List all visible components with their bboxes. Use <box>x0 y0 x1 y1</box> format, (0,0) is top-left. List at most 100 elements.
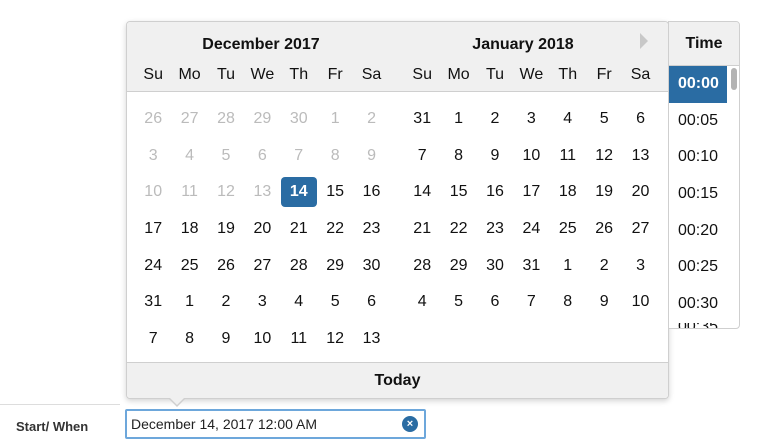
calendar-day[interactable]: 7 <box>135 324 171 354</box>
calendar-day[interactable]: 10 <box>622 287 658 317</box>
calendar-day[interactable]: 11 <box>281 324 317 354</box>
calendar-day[interactable]: 22 <box>317 214 353 244</box>
calendar-day[interactable]: 5 <box>586 104 622 134</box>
calendar-day[interactable]: 15 <box>440 177 476 207</box>
calendar-day[interactable]: 9 <box>208 324 244 354</box>
calendar-day[interactable]: 2 <box>586 251 622 281</box>
calendar-day[interactable]: 11 <box>550 141 586 171</box>
time-list[interactable]: 00:0000:0500:1000:1500:2000:2500:3000:35 <box>669 66 727 328</box>
calendar-day[interactable]: 10 <box>135 177 171 207</box>
calendar-day[interactable]: 5 <box>208 141 244 171</box>
calendar-day[interactable]: 3 <box>513 104 549 134</box>
calendar-day[interactable]: 8 <box>550 287 586 317</box>
calendar-day[interactable]: 13 <box>622 141 658 171</box>
calendar-day[interactable]: 15 <box>317 177 353 207</box>
calendar-day[interactable]: 30 <box>353 251 389 281</box>
calendar-day[interactable]: 4 <box>404 287 440 317</box>
calendar-day[interactable]: 18 <box>171 214 207 244</box>
calendar-day[interactable]: 26 <box>586 214 622 244</box>
calendar-day[interactable]: 3 <box>135 141 171 171</box>
calendar-day[interactable]: 6 <box>477 287 513 317</box>
calendar-day[interactable]: 3 <box>244 287 280 317</box>
calendar-day[interactable]: 31 <box>513 251 549 281</box>
calendar-day[interactable]: 8 <box>171 324 207 354</box>
time-item[interactable]: 00:25 <box>669 249 727 286</box>
selected-day[interactable]: 14 <box>280 177 317 208</box>
calendar-day[interactable]: 3 <box>622 251 658 281</box>
time-item[interactable]: 00:10 <box>669 139 727 176</box>
time-item[interactable]: 00:35 <box>669 323 727 328</box>
calendar-day[interactable]: 2 <box>208 287 244 317</box>
calendar-day[interactable]: 30 <box>281 104 317 134</box>
calendar-day[interactable]: 13 <box>244 177 280 207</box>
calendar-day[interactable]: 26 <box>208 251 244 281</box>
calendar-day[interactable]: 4 <box>281 287 317 317</box>
calendar-day[interactable]: 28 <box>281 251 317 281</box>
calendar-day[interactable]: 25 <box>171 251 207 281</box>
calendar-day[interactable]: 29 <box>317 251 353 281</box>
calendar-day[interactable]: 24 <box>513 214 549 244</box>
calendar-day[interactable]: 29 <box>440 251 476 281</box>
calendar-day[interactable]: 4 <box>550 104 586 134</box>
calendar-day[interactable]: 17 <box>135 214 171 244</box>
calendar-day[interactable]: 8 <box>440 141 476 171</box>
calendar-day[interactable]: 25 <box>550 214 586 244</box>
calendar-day[interactable]: 20 <box>622 177 658 207</box>
calendar-day[interactable]: 13 <box>353 324 389 354</box>
calendar-day[interactable]: 7 <box>404 141 440 171</box>
calendar-day[interactable]: 6 <box>353 287 389 317</box>
calendar-day[interactable]: 27 <box>244 251 280 281</box>
calendar-day[interactable]: 23 <box>353 214 389 244</box>
calendar-day[interactable]: 9 <box>353 141 389 171</box>
calendar-day[interactable]: 14 <box>404 177 440 207</box>
calendar-day[interactable]: 2 <box>477 104 513 134</box>
calendar-day[interactable]: 28 <box>404 251 440 281</box>
calendar-day[interactable]: 19 <box>586 177 622 207</box>
time-item[interactable]: 00:20 <box>669 213 727 250</box>
calendar-day[interactable]: 24 <box>135 251 171 281</box>
calendar-day[interactable]: 17 <box>513 177 549 207</box>
calendar-day[interactable]: 16 <box>477 177 513 207</box>
calendar-day[interactable]: 1 <box>317 104 353 134</box>
today-button[interactable]: Today <box>127 362 668 398</box>
calendar-day[interactable]: 6 <box>622 104 658 134</box>
calendar-day[interactable]: 16 <box>353 177 389 207</box>
scroll-thumb[interactable] <box>731 68 737 90</box>
calendar-day[interactable]: 2 <box>353 104 389 134</box>
calendar-day[interactable]: 9 <box>586 287 622 317</box>
calendar-day[interactable]: 22 <box>440 214 476 244</box>
calendar-day[interactable]: 1 <box>550 251 586 281</box>
calendar-day[interactable]: 30 <box>477 251 513 281</box>
calendar-day[interactable]: 10 <box>244 324 280 354</box>
calendar-day[interactable]: 7 <box>281 141 317 171</box>
clear-icon[interactable]: × <box>402 416 418 432</box>
calendar-day[interactable]: 5 <box>440 287 476 317</box>
calendar-day[interactable]: 7 <box>513 287 549 317</box>
calendar-day[interactable]: 5 <box>317 287 353 317</box>
calendar-day[interactable]: 12 <box>586 141 622 171</box>
calendar-day[interactable]: 28 <box>208 104 244 134</box>
date-input[interactable] <box>125 409 426 439</box>
calendar-day[interactable]: 21 <box>281 214 317 244</box>
calendar-day[interactable]: 12 <box>317 324 353 354</box>
calendar-day[interactable]: 19 <box>208 214 244 244</box>
calendar-day[interactable]: 20 <box>244 214 280 244</box>
calendar-day[interactable]: 27 <box>622 214 658 244</box>
calendar-day[interactable]: 1 <box>171 287 207 317</box>
calendar-day[interactable]: 26 <box>135 104 171 134</box>
time-scrollbar[interactable] <box>729 68 737 326</box>
calendar-day[interactable]: 31 <box>135 287 171 317</box>
calendar-day[interactable]: 21 <box>404 214 440 244</box>
time-item[interactable]: 00:15 <box>669 176 727 213</box>
calendar-day[interactable]: 8 <box>317 141 353 171</box>
calendar-day[interactable]: 4 <box>171 141 207 171</box>
calendar-day[interactable]: 18 <box>550 177 586 207</box>
time-item[interactable]: 00:30 <box>669 286 727 323</box>
calendar-day[interactable]: 10 <box>513 141 549 171</box>
calendar-day[interactable]: 23 <box>477 214 513 244</box>
calendar-day[interactable]: 9 <box>477 141 513 171</box>
calendar-day[interactable]: 6 <box>244 141 280 171</box>
calendar-day[interactable]: 1 <box>440 104 476 134</box>
calendar-day[interactable]: 27 <box>171 104 207 134</box>
calendar-day[interactable]: 31 <box>404 104 440 134</box>
